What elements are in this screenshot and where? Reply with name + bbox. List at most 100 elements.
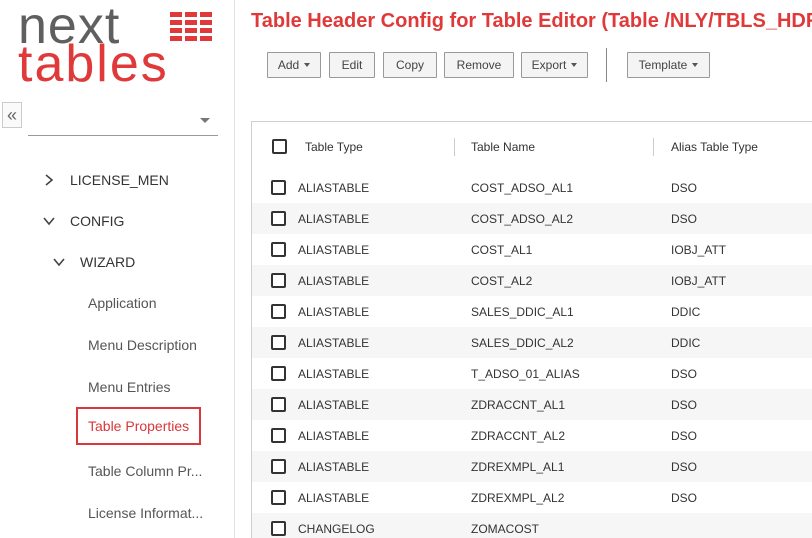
table-row[interactable]: CHANGELOG ZOMACOST — [252, 513, 812, 538]
row-checkbox[interactable] — [271, 366, 286, 381]
table-row[interactable]: ALIASTABLE COST_AL1 IOBJ_ATT — [252, 234, 812, 265]
column-resize-handle[interactable] — [653, 138, 654, 156]
row-checkbox[interactable] — [271, 273, 286, 288]
cell-table-name: T_ADSO_01_ALIAS — [471, 367, 580, 381]
cell-table-type: ALIASTABLE — [298, 398, 370, 412]
template-button[interactable]: Template — [627, 52, 710, 78]
nav-item-table-properties[interactable]: Table Properties — [76, 407, 202, 445]
table-row[interactable]: ALIASTABLE SALES_DDIC_AL1 DDIC — [252, 296, 812, 327]
edit-button[interactable]: Edit — [329, 52, 375, 78]
nav-item-license-information[interactable]: License Informat... — [88, 505, 203, 521]
nav-item-menu-description[interactable]: Menu Description — [88, 337, 197, 353]
cell-alias-table-type: DSO — [671, 367, 698, 381]
cell-table-name: SALES_DDIC_AL2 — [471, 336, 574, 350]
cell-alias-table-type: DSO — [671, 491, 698, 505]
row-checkbox[interactable] — [271, 211, 286, 226]
add-button-label: Add — [277, 58, 300, 72]
nav-item-wizard[interactable]: WIZARD — [52, 254, 135, 270]
export-button-label: Export — [531, 58, 567, 72]
nav-item-label: Table Column Pr... — [88, 463, 203, 479]
row-checkbox[interactable] — [271, 242, 286, 257]
nav-item-label: Table Properties — [88, 418, 190, 434]
cell-table-type: ALIASTABLE — [298, 367, 370, 381]
select-all-checkbox[interactable] — [272, 139, 287, 154]
cell-alias-table-type: DDIC — [671, 305, 701, 319]
column-header-table-name[interactable]: Table Name — [471, 140, 535, 154]
cell-table-name: COST_ADSO_AL2 — [471, 212, 574, 226]
cell-table-name: ZDRACCNT_AL2 — [471, 429, 566, 443]
column-header-table-type[interactable]: Table Type — [305, 140, 363, 154]
table-row[interactable]: ALIASTABLE COST_AL2 IOBJ_ATT — [252, 265, 812, 296]
table-row[interactable]: ALIASTABLE COST_ADSO_AL2 DSO — [252, 203, 812, 234]
cell-table-type: ALIASTABLE — [298, 429, 370, 443]
remove-button-label: Remove — [456, 58, 502, 72]
remove-button[interactable]: Remove — [444, 52, 514, 78]
copy-button[interactable]: Copy — [383, 52, 437, 78]
cell-alias-table-type: IOBJ_ATT — [671, 274, 727, 288]
nav-item-label: CONFIG — [70, 213, 125, 229]
row-checkbox[interactable] — [271, 459, 286, 474]
cell-table-name: COST_AL2 — [471, 274, 533, 288]
nav-item-table-column-properties[interactable]: Table Column Pr... — [88, 463, 202, 479]
caret-down-icon — [692, 63, 699, 67]
caret-down-icon — [571, 63, 578, 67]
cell-table-name: SALES_DDIC_AL1 — [471, 305, 574, 319]
chevron-right-icon — [45, 174, 54, 186]
dropdown-arrow-icon — [200, 118, 210, 123]
nav-item-menu-entries[interactable]: Menu Entries — [88, 379, 170, 395]
cell-alias-table-type: DDIC — [671, 336, 701, 350]
cell-table-type: ALIASTABLE — [298, 274, 370, 288]
table-row[interactable]: ALIASTABLE COST_ADSO_AL1 DSO — [252, 172, 812, 203]
table-row[interactable]: ALIASTABLE ZDREXMPL_AL2 DSO — [252, 482, 812, 513]
double-chevron-left-icon: « — [6, 104, 17, 125]
nav-item-label: LICENSE_MEN — [70, 172, 169, 188]
table-row[interactable]: ALIASTABLE ZDREXMPL_AL1 DSO — [252, 451, 812, 482]
caret-down-icon — [304, 63, 311, 67]
nav-item-label: Menu Description — [88, 337, 197, 353]
toolbar-divider — [606, 48, 607, 82]
column-resize-handle[interactable] — [454, 138, 455, 156]
chevron-down-icon — [43, 217, 55, 226]
row-checkbox[interactable] — [271, 521, 286, 536]
column-header-alias-table-type[interactable]: Alias Table Type — [671, 140, 758, 154]
cell-alias-table-type: IOBJ_ATT — [671, 243, 727, 257]
cell-table-type: ALIASTABLE — [298, 243, 370, 257]
cell-table-name: ZDREXMPL_AL2 — [471, 491, 565, 505]
app-select-dropdown[interactable] — [28, 104, 218, 136]
cell-table-type: ALIASTABLE — [298, 460, 370, 474]
table-row[interactable]: ALIASTABLE T_ADSO_01_ALIAS DSO — [252, 358, 812, 389]
nav-item-application[interactable]: Application — [88, 295, 157, 311]
page-title: Table Header Config for Table Editor (Ta… — [251, 10, 812, 32]
cell-table-name: COST_AL1 — [471, 243, 533, 257]
logo-text-tables: tables — [18, 35, 169, 93]
collapse-sidebar-button[interactable]: « — [2, 102, 22, 128]
nav-item-label: WIZARD — [80, 254, 136, 270]
row-checkbox[interactable] — [271, 180, 286, 195]
template-button-label: Template — [638, 58, 688, 72]
logo-grid-icon — [170, 12, 212, 41]
row-checkbox[interactable] — [271, 428, 286, 443]
cell-table-type: ALIASTABLE — [298, 491, 370, 505]
sidebar: next tables « LICENSE_MEN CONFIG WIZARD … — [0, 0, 235, 538]
nav-item-license-men[interactable]: LICENSE_MEN — [42, 172, 169, 188]
row-checkbox[interactable] — [271, 304, 286, 319]
nav-item-label: Menu Entries — [88, 379, 171, 395]
cell-table-type: CHANGELOG — [298, 522, 375, 536]
nav-item-config[interactable]: CONFIG — [42, 213, 124, 229]
row-checkbox[interactable] — [271, 490, 286, 505]
cell-table-name: ZDRACCNT_AL1 — [471, 398, 566, 412]
cell-alias-table-type: DSO — [671, 212, 698, 226]
table-row[interactable]: ALIASTABLE SALES_DDIC_AL2 DDIC — [252, 327, 812, 358]
row-checkbox[interactable] — [271, 397, 286, 412]
cell-table-type: ALIASTABLE — [298, 181, 370, 195]
cell-table-name: ZDREXMPL_AL1 — [471, 460, 565, 474]
copy-button-label: Copy — [395, 58, 424, 72]
export-button[interactable]: Export — [521, 52, 588, 78]
table-row[interactable]: ALIASTABLE ZDRACCNT_AL2 DSO — [252, 420, 812, 451]
cell-table-name: ZOMACOST — [471, 522, 539, 536]
edit-button-label: Edit — [341, 58, 363, 72]
row-checkbox[interactable] — [271, 335, 286, 350]
cell-table-type: ALIASTABLE — [298, 305, 370, 319]
add-button[interactable]: Add — [267, 52, 321, 78]
table-row[interactable]: ALIASTABLE ZDRACCNT_AL1 DSO — [252, 389, 812, 420]
